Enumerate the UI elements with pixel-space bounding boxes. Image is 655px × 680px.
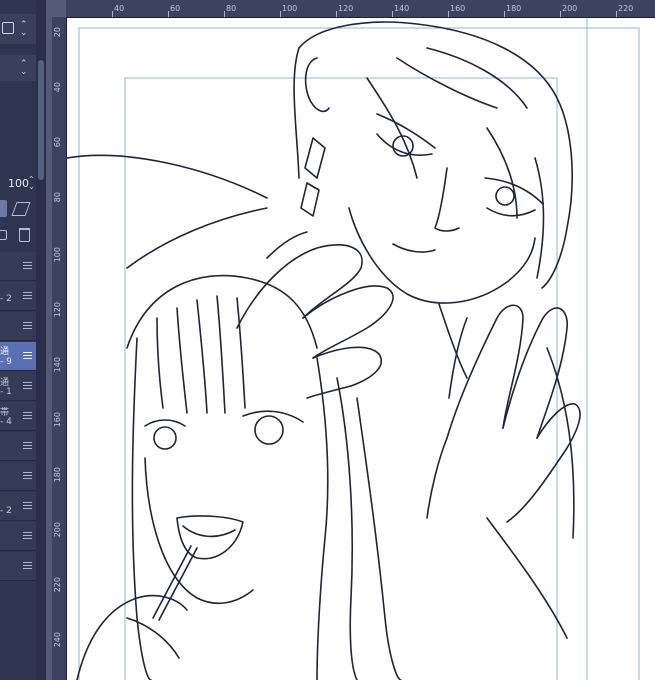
ruler-tick-label: 200	[562, 4, 578, 13]
chevron-updown-icon: ⌃ ⌄	[28, 175, 35, 191]
layer-panel: ⌃ ⌄ ⌃ ⌄ 100 ⌃ ⌄ - 2 通 - 9 通 - 1 帯 - 4 - …	[0, 0, 37, 680]
menu-icon[interactable]	[23, 562, 32, 570]
opacity-value: 100	[8, 177, 29, 190]
blend-mode-dropdown[interactable]: ⌃ ⌄	[0, 55, 36, 81]
menu-icon[interactable]	[23, 352, 32, 360]
ruler-tick-label: 220	[618, 4, 634, 13]
ruler-tick-label: 60	[170, 4, 181, 13]
ruler-tick-label: 160	[53, 412, 62, 428]
ruler-tick-label: 220	[53, 577, 62, 593]
ruler-tick-label: 80	[226, 4, 237, 13]
reference-layer-icon[interactable]	[11, 202, 31, 216]
ruler-tick-label: 180	[506, 4, 522, 13]
ruler-tick-label: 100	[282, 4, 298, 13]
ruler-tick	[504, 11, 505, 17]
ruler-tick	[560, 11, 561, 17]
layer-row[interactable]	[0, 252, 36, 281]
ruler-tick-label: 80	[53, 192, 62, 203]
menu-icon[interactable]	[23, 532, 32, 540]
layer-label: - 9	[0, 357, 12, 367]
layer-row[interactable]: 通 - 1	[0, 372, 36, 401]
ruler-tick-label: 140	[53, 357, 62, 373]
line-art-drawing	[67, 18, 640, 680]
ruler-tick-label: 180	[53, 467, 62, 483]
layer-label: - 2	[0, 294, 12, 304]
lock-icon[interactable]	[0, 230, 7, 240]
ruler-tick	[616, 11, 617, 17]
layer-action-buttons	[0, 222, 36, 248]
layer-label: - 1	[0, 387, 12, 397]
ruler-tick-label: 120	[338, 4, 354, 13]
layer-label: - 4	[0, 417, 12, 427]
ruler-tick-label: 140	[394, 4, 410, 13]
menu-icon[interactable]	[23, 322, 32, 330]
layer-mode-dropdown[interactable]: ⌃ ⌄	[0, 14, 36, 44]
menu-icon[interactable]	[23, 412, 32, 420]
ruler-tick-label: 100	[53, 247, 62, 263]
layer-row[interactable]	[0, 522, 36, 551]
layer-row[interactable]	[0, 312, 36, 341]
ruler-tick	[224, 11, 225, 17]
ruler-tick-label: 160	[450, 4, 466, 13]
ruler-tick-label: 20	[53, 27, 62, 38]
panel-scrollbar[interactable]	[36, 0, 46, 680]
ruler-tick-label: 200	[53, 522, 62, 538]
ruler-tick-label: 40	[53, 82, 62, 93]
layer-row-selected[interactable]: 通 - 9	[0, 342, 36, 371]
menu-icon[interactable]	[23, 382, 32, 390]
ruler-tick	[336, 11, 337, 17]
menu-icon[interactable]	[23, 262, 32, 270]
clip-button[interactable]	[0, 200, 7, 217]
chevron-updown-icon: ⌃ ⌄	[20, 59, 28, 77]
ruler-tick	[112, 11, 113, 17]
horizontal-ruler: 40 60 80 100 120 140 160 180 200 220	[66, 0, 655, 18]
menu-icon[interactable]	[23, 472, 32, 480]
ruler-tick	[280, 11, 281, 17]
ruler-tick-label: 40	[114, 4, 125, 13]
layer-row[interactable]: 帯 - 4	[0, 402, 36, 431]
layer-row[interactable]: - 2	[0, 492, 36, 521]
menu-icon[interactable]	[23, 502, 32, 510]
vertical-ruler: 20 40 60 80 100 120 140 160 180 200 220 240	[52, 17, 67, 680]
layer-row[interactable]: - 2	[0, 282, 36, 311]
trash-icon[interactable]	[19, 228, 30, 242]
ruler-tick-label: 60	[53, 137, 62, 148]
layer-row[interactable]	[0, 432, 36, 461]
opacity-stepper[interactable]: 100 ⌃ ⌄	[0, 172, 36, 196]
drawing-canvas[interactable]	[67, 18, 655, 680]
layer-label: 通	[0, 347, 10, 357]
layer-stack-icon	[2, 22, 14, 34]
layer-option-buttons	[0, 198, 36, 220]
menu-icon[interactable]	[23, 292, 32, 300]
ruler-tick	[168, 11, 169, 17]
layer-row[interactable]	[0, 462, 36, 491]
layer-row[interactable]	[0, 552, 36, 581]
layer-label: - 2	[0, 506, 12, 516]
ruler-tick	[392, 11, 393, 17]
chevron-updown-icon: ⌃ ⌄	[20, 20, 28, 38]
ruler-tick-label: 240	[53, 632, 62, 648]
scrollbar-thumb[interactable]	[38, 60, 44, 180]
ruler-tick	[448, 11, 449, 17]
ruler-tick-label: 120	[53, 302, 62, 318]
menu-icon[interactable]	[23, 442, 32, 450]
